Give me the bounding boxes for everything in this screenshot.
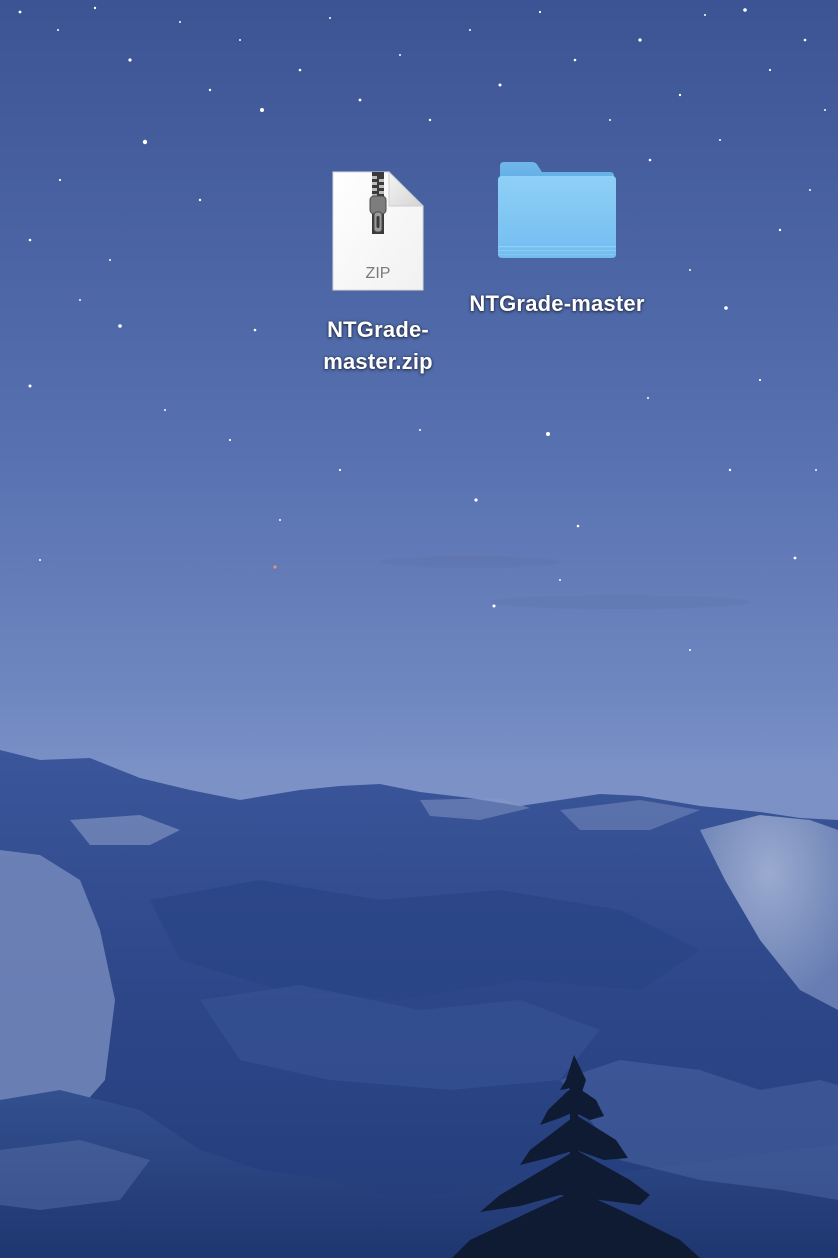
desktop[interactable]: ZIP NTGrade- master.zip NTGrade-master (0, 0, 838, 1258)
zip-file-label-line1: NTGrade- (327, 317, 429, 342)
zip-file-item[interactable]: ZIP NTGrade- master.zip (296, 168, 460, 378)
zip-archive-icon[interactable]: ZIP (331, 168, 425, 292)
zip-icon-label: ZIP (366, 265, 391, 282)
zip-file-label[interactable]: NTGrade- master.zip (303, 314, 453, 378)
folder-label[interactable]: NTGrade-master (446, 288, 668, 320)
folder-icon[interactable] (496, 160, 618, 260)
folder-item[interactable]: NTGrade-master (446, 160, 668, 320)
zip-file-label-line2: master.zip (323, 349, 433, 374)
